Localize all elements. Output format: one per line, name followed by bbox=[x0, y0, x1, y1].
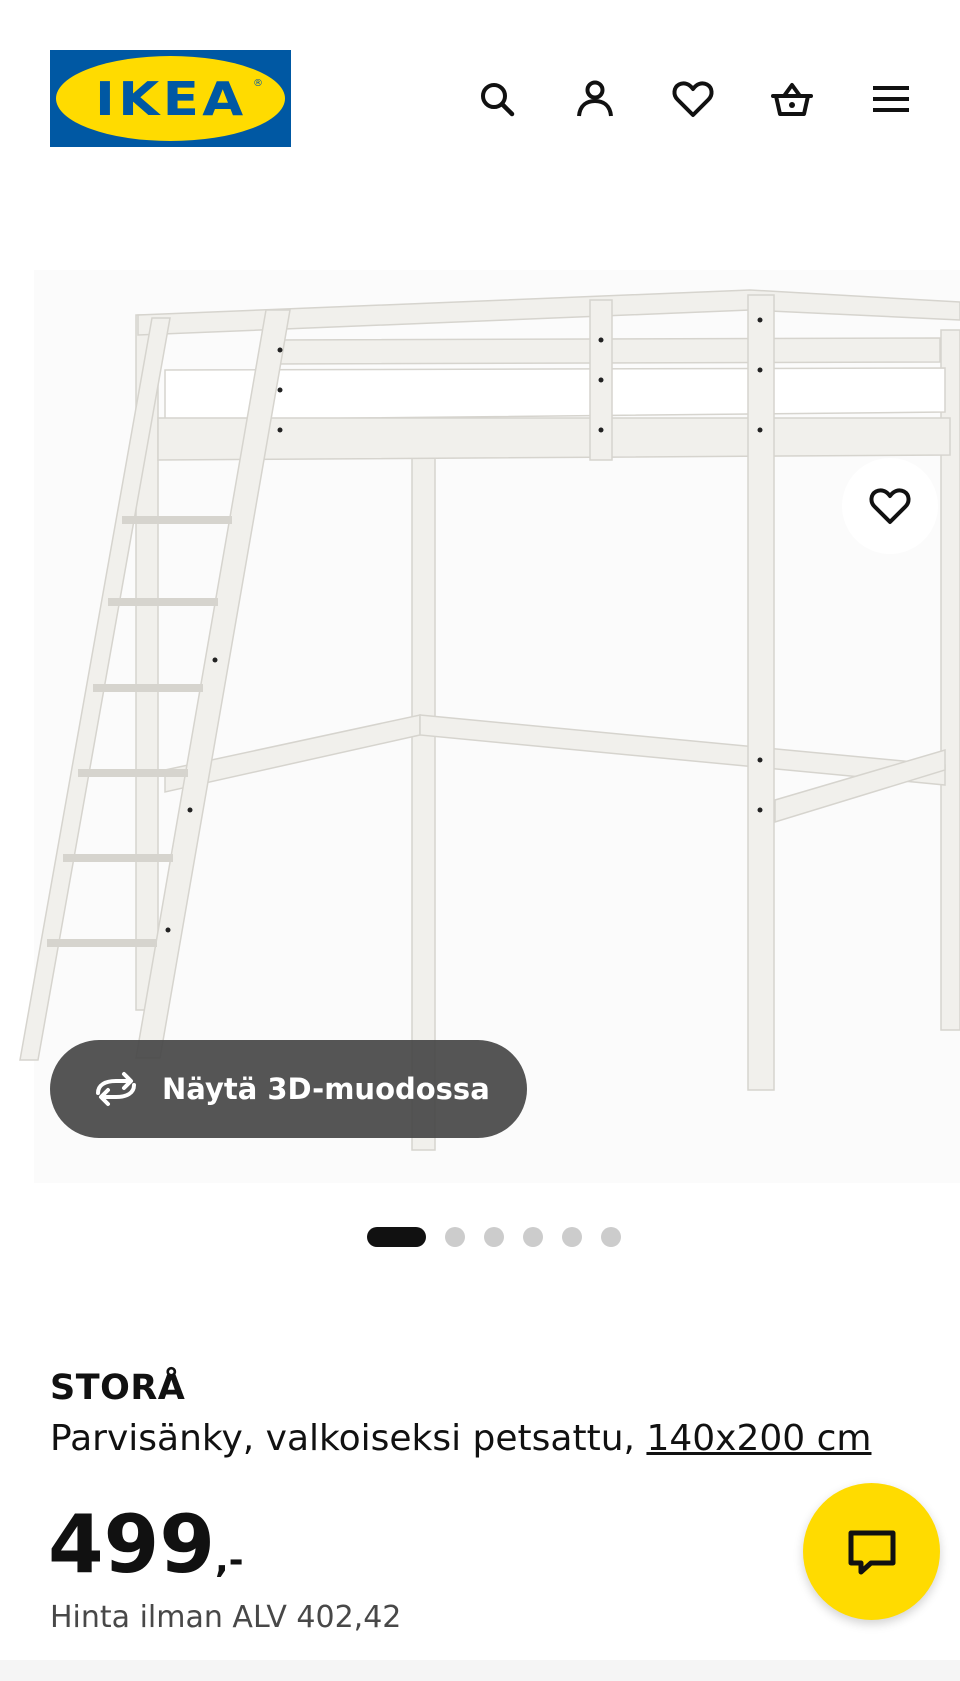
price-suffix: ,- bbox=[215, 1540, 244, 1581]
menu-icon[interactable] bbox=[866, 74, 916, 124]
rotate-3d-icon bbox=[96, 1072, 136, 1106]
price-without-vat: Hinta ilman ALV 402,42 bbox=[50, 1600, 402, 1635]
page-bottom-edge bbox=[0, 1660, 960, 1681]
price-main: 499 bbox=[48, 1498, 215, 1591]
gallery-dot-1[interactable] bbox=[367, 1227, 426, 1247]
product-description-text: Parvisänky, valkoiseksi petsattu, bbox=[50, 1418, 647, 1459]
save-to-favourites-button[interactable] bbox=[842, 458, 938, 554]
bed-front-rail bbox=[157, 417, 951, 461]
view-in-3d-button[interactable]: Näytä 3D-muodossa bbox=[50, 1040, 527, 1138]
ikea-logo[interactable]: IKEA ® bbox=[50, 50, 291, 147]
gallery-pagination bbox=[367, 1227, 640, 1247]
cart-icon[interactable] bbox=[767, 74, 817, 124]
gallery-dot-4[interactable] bbox=[523, 1227, 543, 1247]
chat-icon bbox=[848, 1530, 895, 1574]
view-in-3d-label: Näytä 3D-muodossa bbox=[162, 1072, 490, 1106]
product-description: Parvisänky, valkoiseksi petsattu, 140x20… bbox=[50, 1418, 871, 1459]
gallery-dot-5[interactable] bbox=[562, 1227, 582, 1247]
site-header: IKEA ® bbox=[0, 0, 960, 200]
chat-button[interactable] bbox=[803, 1483, 940, 1620]
gallery-dot-2[interactable] bbox=[445, 1227, 465, 1247]
gallery-dot-3[interactable] bbox=[484, 1227, 504, 1247]
product-price: 499,- bbox=[48, 1500, 244, 1606]
search-icon[interactable] bbox=[472, 74, 522, 124]
favourites-icon[interactable] bbox=[668, 74, 718, 124]
bed-top-rail bbox=[137, 289, 960, 336]
product-size-link[interactable]: 140x200 cm bbox=[646, 1418, 871, 1459]
profile-icon[interactable] bbox=[570, 74, 620, 124]
bed-mattress bbox=[164, 367, 946, 421]
product-name: STORÅ bbox=[50, 1368, 186, 1408]
gallery-dot-6[interactable] bbox=[601, 1227, 621, 1247]
logo-oval: IKEA ® bbox=[56, 56, 285, 141]
logo-registered-mark: ® bbox=[253, 78, 263, 89]
heart-icon bbox=[869, 488, 911, 524]
logo-text: IKEA bbox=[94, 71, 247, 126]
bed-front-post bbox=[747, 294, 775, 1091]
